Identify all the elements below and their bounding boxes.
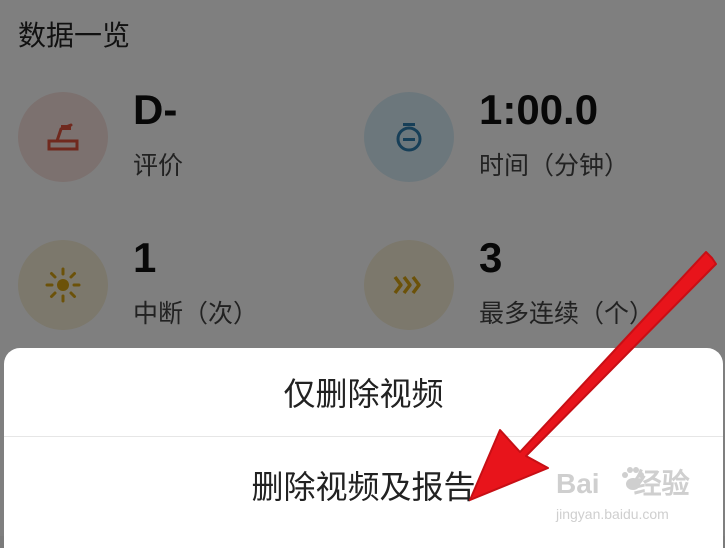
delete-video-only-button[interactable]: 仅删除视频 (4, 348, 723, 436)
paw-icon (622, 467, 644, 490)
baidu-watermark: Bai 经验 jingyan.baidu.com (548, 462, 708, 532)
watermark-url: jingyan.baidu.com (556, 506, 669, 522)
divider (4, 436, 723, 437)
